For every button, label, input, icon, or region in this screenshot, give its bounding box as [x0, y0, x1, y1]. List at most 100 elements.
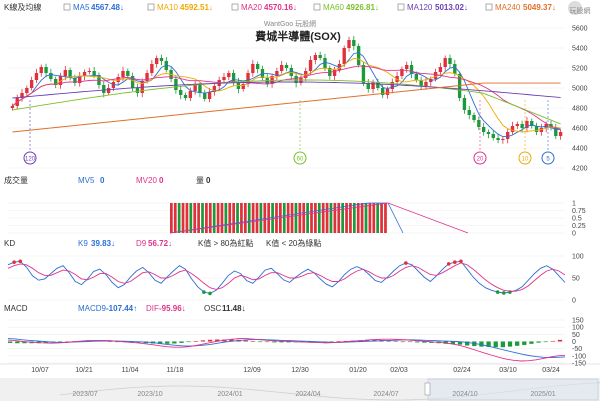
macd-panel: -150-100-50050100150: [7, 318, 586, 368]
candle-body: [198, 85, 202, 93]
osc-bar: [507, 341, 513, 347]
volume-bar: [290, 203, 294, 233]
chart-title: 費城半導體(SOX): [254, 29, 341, 43]
volume-bar: [251, 203, 255, 233]
candle-body: [63, 70, 67, 76]
candle-body: [135, 88, 140, 93]
candle-body: [433, 72, 438, 79]
ma60-line: [12, 79, 561, 125]
volume-bar: [247, 203, 251, 233]
date-tick-label: 11/04: [122, 367, 139, 374]
volume-bar: [240, 203, 243, 233]
date-tick-label: 03/24: [542, 367, 560, 374]
candle-body: [356, 46, 361, 65]
volume-bar: [298, 203, 302, 233]
osc-bar: [393, 340, 398, 342]
volume-bar: [368, 203, 372, 233]
volume-bar: [243, 203, 247, 233]
kd-d9-line: [7, 262, 566, 292]
price-tick-label: 4600: [572, 126, 588, 133]
date-tick-label: 11/18: [167, 367, 184, 374]
brand-logo-text: 玩股網: [570, 6, 591, 15]
legend-value-ma60: 4926.81↓: [346, 3, 379, 12]
volume-bar: [193, 203, 197, 233]
volume-tick-label: 0.25: [572, 223, 586, 230]
date-tick-label: 10/21: [75, 367, 93, 374]
osc-bar: [250, 341, 256, 342]
legend-checkbox-ma120: [397, 3, 405, 11]
candle-body: [308, 60, 313, 71]
timeline-label: 2023/07: [72, 391, 97, 398]
kd-overbought-dot: [18, 259, 23, 264]
candle-body: [49, 73, 53, 79]
candle-body: [558, 132, 563, 136]
osc-bar: [536, 341, 541, 343]
candle-body: [231, 73, 236, 82]
candle-body: [438, 67, 443, 72]
volume-bar: [255, 203, 259, 233]
volume-bar: [341, 203, 345, 233]
volume-bar: [216, 203, 220, 233]
candle-body: [284, 65, 289, 68]
volume-tick-label: 0.75: [572, 208, 586, 215]
marker-20-label: 20: [477, 157, 484, 163]
date-tick-label: 02/03: [390, 367, 408, 374]
candle-body: [106, 88, 111, 93]
osc-bar: [207, 339, 213, 342]
legend-value-ma240: 5049.37↓: [523, 3, 556, 12]
kd-tick-label: 100: [572, 254, 584, 261]
price-tick-label: 4800: [572, 106, 588, 113]
candle-body: [491, 134, 495, 138]
candle-body: [179, 90, 183, 95]
candle-body: [313, 55, 318, 60]
volume-bar: [259, 203, 263, 233]
legend-label-ma120: MA120: [407, 3, 433, 12]
osc-bar: [179, 341, 184, 343]
legend-label-ma60: MA60: [323, 3, 344, 12]
volume-bar: [345, 203, 348, 233]
osc-bar: [193, 341, 198, 342]
candle-body: [481, 127, 486, 132]
volume-bar: [232, 203, 236, 233]
volume-panel: 00.250.50.751: [8, 201, 586, 238]
legend-label-ma5: MA5: [73, 3, 90, 12]
volume-tick-label: 1: [572, 201, 576, 208]
date-axis: 10/07 10/21 11/04 11/18 12/09 12/30 01/20 02/03…: [0, 363, 600, 374]
watermark: WantGoo 玩股網: [264, 19, 316, 28]
mv5-value: 0: [100, 176, 105, 185]
volume-bar: [384, 203, 387, 233]
macd-tick-label: -100: [572, 353, 586, 360]
volume-bar: [189, 203, 193, 233]
candle-body: [515, 124, 520, 126]
candle-body: [39, 67, 43, 73]
k-label: K9: [78, 239, 88, 248]
date-tick-label: 03/10: [499, 367, 517, 374]
legend-checkbox-ma10: [147, 3, 155, 11]
volume-bar: [329, 203, 333, 233]
timeline-label: 2024/04: [295, 391, 320, 398]
candle-body: [87, 71, 92, 72]
candle-body: [154, 58, 159, 64]
volume-bar: [220, 203, 224, 233]
volume-bar: [170, 203, 173, 233]
candle-body: [496, 138, 500, 140]
mv5-label: MV5: [78, 176, 95, 185]
volume-tick-label: 0: [572, 231, 576, 238]
timeline-label: 2025/01: [530, 391, 555, 398]
candle-body: [462, 98, 467, 110]
macd-header: MACD MACD9 -107.44↑ DIF -95.96↓ OSC 11.4…: [4, 304, 246, 313]
timeline-handle-left[interactable]: [424, 382, 431, 396]
candle-body: [280, 65, 284, 71]
kd-k9-line: [7, 260, 566, 294]
timeline-label: 2024/01: [217, 391, 242, 398]
date-tick-label: 01/20: [349, 367, 367, 374]
vol-value: 0: [206, 176, 211, 185]
timeline-navigator[interactable]: 2023/07 2023/10 2024/01 2024/04 2024/07 2024/…: [0, 378, 600, 401]
candle-body: [121, 71, 125, 77]
volume-bar: [349, 203, 352, 233]
legend-label-ma10: MA10: [157, 3, 178, 12]
volume-bar: [302, 203, 306, 233]
volume-bar: [376, 203, 380, 233]
candle-body: [467, 110, 471, 115]
macd-tick-label: 100: [572, 325, 584, 332]
